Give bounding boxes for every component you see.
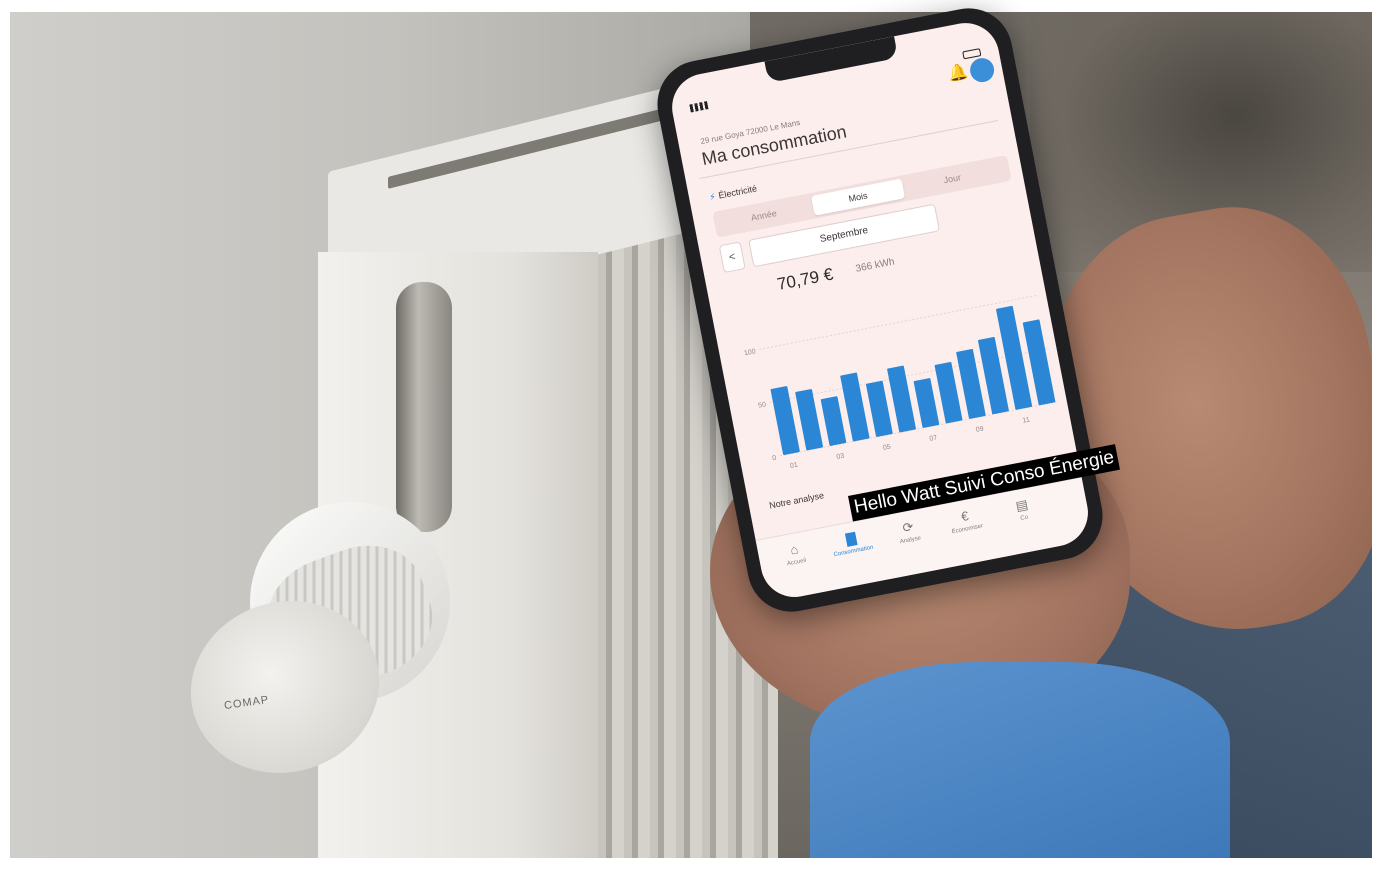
radiator-grille xyxy=(388,104,678,189)
thermostatic-valve: COMAP xyxy=(168,469,483,798)
chart-svg: 100 50 0 01 03 05 07 09 11 xyxy=(744,294,1059,470)
nav-co[interactable]: ▤ Co xyxy=(993,492,1053,526)
energy-type[interactable]: ⚡Électricité xyxy=(708,183,758,203)
nav-economiser[interactable]: € Économiser xyxy=(936,503,996,537)
chart-bar[interactable] xyxy=(956,348,986,419)
chart-bar[interactable] xyxy=(840,372,870,442)
lightning-icon: ⚡ xyxy=(708,191,717,203)
chart-bar[interactable] xyxy=(934,361,963,424)
x-tick-label: 07 xyxy=(929,434,938,442)
chart-bar[interactable] xyxy=(795,389,824,451)
nav-consommation[interactable]: ▇ Consommation xyxy=(822,526,882,560)
consumption-chart: 100 50 0 01 03 05 07 09 11 xyxy=(728,265,1071,483)
tab-jour[interactable]: Jour xyxy=(905,160,999,197)
grid-line xyxy=(759,294,1039,350)
x-tick-label: 11 xyxy=(1022,416,1031,424)
avatar[interactable] xyxy=(968,56,997,85)
cost-amount: 70,79 € xyxy=(775,264,835,294)
x-tick-label: 09 xyxy=(975,425,984,433)
tab-annee[interactable]: Année xyxy=(717,197,811,234)
nav-accueil[interactable]: ⌂ Accueil xyxy=(765,537,825,571)
chart-bar[interactable] xyxy=(865,380,893,437)
bell-icon[interactable]: 🔔 xyxy=(947,63,970,85)
x-tick-label: 03 xyxy=(836,453,845,461)
chart-bar[interactable] xyxy=(887,365,916,433)
energy-label: Électricité xyxy=(717,183,758,201)
signal-icon xyxy=(689,101,709,113)
x-tick-label: 01 xyxy=(789,462,798,470)
x-tick-label: 05 xyxy=(882,444,891,452)
y-tick-label: 100 xyxy=(744,348,757,357)
consumption-kwh: 366 kWh xyxy=(854,256,896,275)
chart-bar[interactable] xyxy=(820,396,847,446)
y-tick-label: 0 xyxy=(772,455,777,463)
chart-bar[interactable] xyxy=(770,386,800,455)
blue-sleeve xyxy=(810,662,1230,858)
analysis-title: Notre analyse xyxy=(768,490,825,511)
chart-bar[interactable] xyxy=(913,378,940,428)
tab-mois[interactable]: Mois xyxy=(810,178,906,216)
y-tick-label: 50 xyxy=(758,401,767,409)
nav-analyse[interactable]: ⟳ Analyse xyxy=(879,514,939,548)
previous-period-button[interactable]: < xyxy=(718,241,746,274)
